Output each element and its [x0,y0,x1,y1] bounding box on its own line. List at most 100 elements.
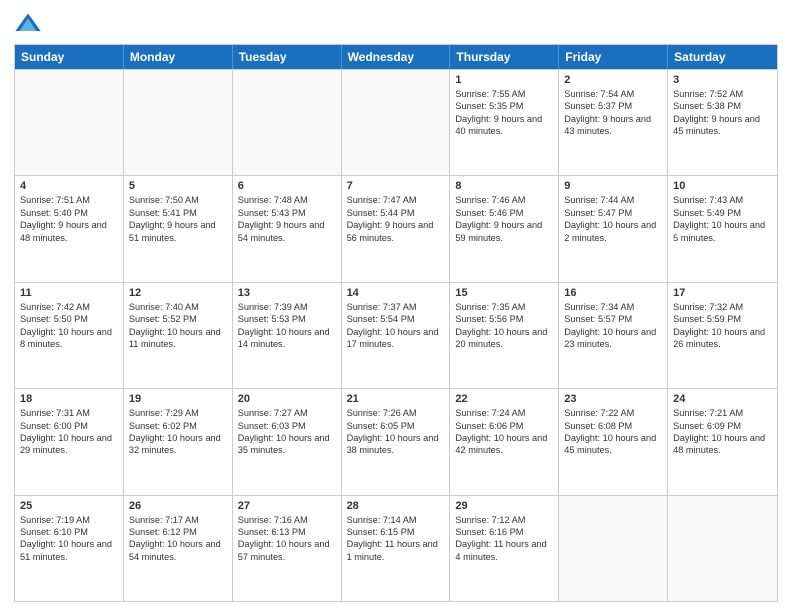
day-number: 8 [455,180,553,192]
cal-cell-22: 22Sunrise: 7:24 AM Sunset: 6:06 PM Dayli… [450,389,559,494]
cal-cell-3: 3 Sunrise: 7:52 AM Sunset: 5:38 PM Daylig… [668,70,777,175]
header-day-sunday: Sunday [15,45,124,69]
day-number: 9 [564,180,662,192]
day-info: Sunrise: 7:21 AM Sunset: 6:09 PM Dayligh… [673,407,772,457]
day-number: 26 [129,500,227,512]
day-info: Sunrise: 7:19 AM Sunset: 6:10 PM Dayligh… [20,514,118,564]
day-number: 7 [347,180,445,192]
header-day-tuesday: Tuesday [233,45,342,69]
day-number: 27 [238,500,336,512]
page: SundayMondayTuesdayWednesdayThursdayFrid… [0,0,792,612]
cal-cell-20: 20 Sunrise: 7:27 AM Sunset: 6:03 PM Dayli… [233,389,342,494]
cal-cell-25: 25 Sunrise: 7:19 AM Sunset: 6:10 PM Dayli… [15,496,124,601]
header-day-saturday: Saturday [668,45,777,69]
day-number: 28 [347,500,445,512]
day-info: Sunrise: 7:16 AM Sunset: 6:13 PM Dayligh… [238,514,336,564]
day-info: Sunrise: 7:40 AM Sunset: 5:52 PM Dayligh… [129,301,227,351]
day-info: Sunrise: 7:27 AM Sunset: 6:03 PM Dayligh… [238,407,336,457]
cal-cell-18: 18 Sunrise: 7:31 AM Sunset: 6:00 PM Dayli… [15,389,124,494]
day-info: Sunrise: 7:14 AM Sunset: 6:15 PM Dayligh… [347,514,445,564]
day-number: 11 [20,287,118,299]
day-number: 4 [20,180,118,192]
day-info: Sunrise: 7:12 AM Sunset: 6:16 PM Dayligh… [455,514,553,564]
cal-cell-empty-2 [233,70,342,175]
calendar-header: SundayMondayTuesdayWednesdayThursdayFrid… [15,45,777,69]
cal-cell-14: 14 Sunrise: 7:37 AM Sunset: 5:54 PM Dayli… [342,283,451,388]
week-row-4: 25 Sunrise: 7:19 AM Sunset: 6:10 PM Dayli… [15,495,777,601]
cal-cell-6: 6Sunrise: 7:48 AM Sunset: 5:43 PM Daylig… [233,176,342,281]
cal-cell-27: 27 Sunrise: 7:16 AM Sunset: 6:13 PM Dayli… [233,496,342,601]
logo-icon [14,10,42,38]
cal-cell-1: 1 Sunrise: 7:55 AM Sunset: 5:35 PM Daylig… [450,70,559,175]
day-info: Sunrise: 7:43 AM Sunset: 5:49 PM Dayligh… [673,194,772,244]
day-info: Sunrise: 7:35 AM Sunset: 5:56 PM Dayligh… [455,301,553,351]
day-number: 29 [455,500,553,512]
day-number: 6 [238,180,336,192]
day-info: Sunrise: 7:42 AM Sunset: 5:50 PM Dayligh… [20,301,118,351]
day-number: 1 [455,74,553,86]
header-day-wednesday: Wednesday [342,45,451,69]
cal-cell-24: 24Sunrise: 7:21 AM Sunset: 6:09 PM Dayli… [668,389,777,494]
day-info: Sunrise: 7:24 AM Sunset: 6:06 PM Dayligh… [455,407,553,457]
cal-cell-4: 4 Sunrise: 7:51 AM Sunset: 5:40 PM Daylig… [15,176,124,281]
day-info: Sunrise: 7:51 AM Sunset: 5:40 PM Dayligh… [20,194,118,244]
day-number: 21 [347,393,445,405]
cal-cell-11: 11 Sunrise: 7:42 AM Sunset: 5:50 PM Dayli… [15,283,124,388]
day-info: Sunrise: 7:29 AM Sunset: 6:02 PM Dayligh… [129,407,227,457]
day-info: Sunrise: 7:26 AM Sunset: 6:05 PM Dayligh… [347,407,445,457]
cal-cell-28: 28 Sunrise: 7:14 AM Sunset: 6:15 PM Dayli… [342,496,451,601]
cal-cell-empty-0 [15,70,124,175]
day-number: 10 [673,180,772,192]
day-number: 14 [347,287,445,299]
day-info: Sunrise: 7:37 AM Sunset: 5:54 PM Dayligh… [347,301,445,351]
day-number: 2 [564,74,662,86]
cal-cell-empty-6 [668,496,777,601]
cal-cell-empty-5 [559,496,668,601]
day-info: Sunrise: 7:17 AM Sunset: 6:12 PM Dayligh… [129,514,227,564]
cal-cell-7: 7 Sunrise: 7:47 AM Sunset: 5:44 PM Daylig… [342,176,451,281]
day-info: Sunrise: 7:54 AM Sunset: 5:37 PM Dayligh… [564,88,662,138]
day-info: Sunrise: 7:44 AM Sunset: 5:47 PM Dayligh… [564,194,662,244]
cal-cell-21: 21 Sunrise: 7:26 AM Sunset: 6:05 PM Dayli… [342,389,451,494]
week-row-0: 1 Sunrise: 7:55 AM Sunset: 5:35 PM Daylig… [15,69,777,175]
cal-cell-29: 29 Sunrise: 7:12 AM Sunset: 6:16 PM Dayli… [450,496,559,601]
day-info: Sunrise: 7:55 AM Sunset: 5:35 PM Dayligh… [455,88,553,138]
day-number: 5 [129,180,227,192]
cal-cell-9: 9 Sunrise: 7:44 AM Sunset: 5:47 PM Daylig… [559,176,668,281]
day-info: Sunrise: 7:39 AM Sunset: 5:53 PM Dayligh… [238,301,336,351]
day-number: 23 [564,393,662,405]
cal-cell-5: 5 Sunrise: 7:50 AM Sunset: 5:41 PM Daylig… [124,176,233,281]
day-info: Sunrise: 7:31 AM Sunset: 6:00 PM Dayligh… [20,407,118,457]
cal-cell-26: 26 Sunrise: 7:17 AM Sunset: 6:12 PM Dayli… [124,496,233,601]
cal-cell-empty-3 [342,70,451,175]
calendar: SundayMondayTuesdayWednesdayThursdayFrid… [14,44,778,602]
day-number: 16 [564,287,662,299]
header-day-thursday: Thursday [450,45,559,69]
cal-cell-10: 10 Sunrise: 7:43 AM Sunset: 5:49 PM Dayli… [668,176,777,281]
day-info: Sunrise: 7:22 AM Sunset: 6:08 PM Dayligh… [564,407,662,457]
day-info: Sunrise: 7:52 AM Sunset: 5:38 PM Dayligh… [673,88,772,138]
cal-cell-empty-1 [124,70,233,175]
header-day-friday: Friday [559,45,668,69]
cal-cell-13: 13 Sunrise: 7:39 AM Sunset: 5:53 PM Dayli… [233,283,342,388]
day-number: 3 [673,74,772,86]
day-info: Sunrise: 7:46 AM Sunset: 5:46 PM Dayligh… [455,194,553,244]
week-row-1: 4 Sunrise: 7:51 AM Sunset: 5:40 PM Daylig… [15,175,777,281]
cal-cell-8: 8 Sunrise: 7:46 AM Sunset: 5:46 PM Daylig… [450,176,559,281]
header-day-monday: Monday [124,45,233,69]
day-info: Sunrise: 7:32 AM Sunset: 5:59 PM Dayligh… [673,301,772,351]
day-info: Sunrise: 7:50 AM Sunset: 5:41 PM Dayligh… [129,194,227,244]
day-number: 12 [129,287,227,299]
day-number: 13 [238,287,336,299]
cal-cell-2: 2 Sunrise: 7:54 AM Sunset: 5:37 PM Daylig… [559,70,668,175]
day-number: 18 [20,393,118,405]
cal-cell-17: 17 Sunrise: 7:32 AM Sunset: 5:59 PM Dayli… [668,283,777,388]
day-number: 20 [238,393,336,405]
day-info: Sunrise: 7:47 AM Sunset: 5:44 PM Dayligh… [347,194,445,244]
cal-cell-16: 16Sunrise: 7:34 AM Sunset: 5:57 PM Dayli… [559,283,668,388]
day-number: 25 [20,500,118,512]
day-number: 17 [673,287,772,299]
logo [14,10,46,38]
header [14,10,778,38]
cal-cell-12: 12 Sunrise: 7:40 AM Sunset: 5:52 PM Dayli… [124,283,233,388]
